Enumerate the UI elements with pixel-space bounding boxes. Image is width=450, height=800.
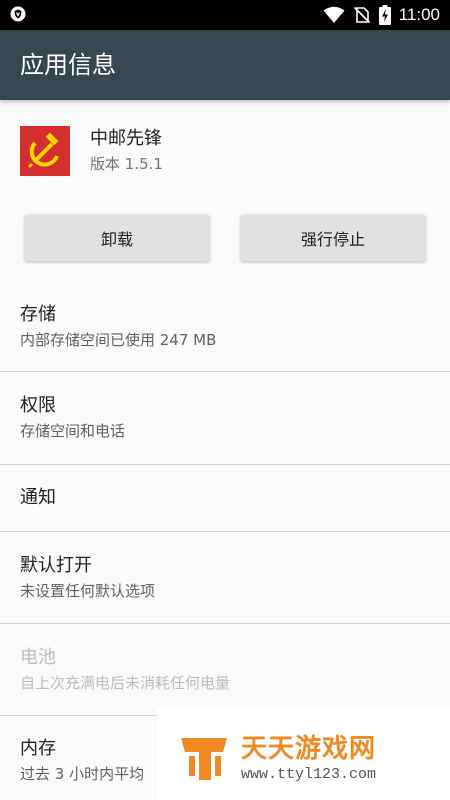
shield-notification-icon	[10, 6, 26, 22]
storage-subtitle: 内部存储空间已使用 247 MB	[20, 331, 217, 349]
no-sim-icon	[353, 6, 370, 24]
storage-title: 存储	[20, 304, 56, 325]
uninstall-button[interactable]: 卸载	[25, 215, 209, 261]
battery-title: 电池	[20, 647, 56, 668]
site-logo-icon	[181, 738, 227, 780]
permissions-item[interactable]: 权限 存储空间和电话	[0, 372, 450, 464]
memory-subtitle: 过去 3 小时内平均	[20, 765, 145, 783]
battery-item: 电池 自上次充满电后未消耗任何电量	[0, 624, 450, 715]
page-title: 应用信息	[20, 51, 116, 79]
watermark: 天天游戏网 www.ttyl123.com	[157, 708, 450, 800]
wifi-icon	[323, 6, 345, 23]
open-by-default-title: 默认打开	[20, 555, 92, 576]
app-icon	[20, 126, 70, 176]
notifications-title: 通知	[20, 487, 56, 508]
battery-subtitle: 自上次充满电后未消耗任何电量	[20, 674, 231, 692]
permissions-subtitle: 存储空间和电话	[20, 422, 126, 440]
status-time: 11:00	[398, 5, 440, 24]
force-stop-button[interactable]: 强行停止	[241, 215, 425, 261]
watermark-title: 天天游戏网	[241, 734, 377, 764]
memory-title: 内存	[20, 738, 56, 759]
storage-item[interactable]: 存储 内部存储空间已使用 247 MB	[0, 290, 450, 372]
open-by-default-item[interactable]: 默认打开 未设置任何默认选项	[0, 532, 450, 623]
open-by-default-subtitle: 未设置任何默认选项	[20, 582, 156, 600]
notifications-item[interactable]: 通知	[0, 465, 450, 531]
app-name: 中邮先锋	[90, 128, 162, 149]
app-version: 版本 1.5.1	[90, 155, 163, 173]
watermark-url: www.ttyl123.com	[241, 766, 377, 783]
battery-charging-icon	[378, 5, 391, 25]
app-bar: 应用信息	[0, 30, 450, 100]
status-bar: 11:00	[0, 0, 450, 30]
app-header: 中邮先锋 版本 1.5.1	[0, 100, 450, 200]
hammer-sickle-icon	[27, 132, 59, 169]
permissions-title: 权限	[20, 395, 56, 416]
